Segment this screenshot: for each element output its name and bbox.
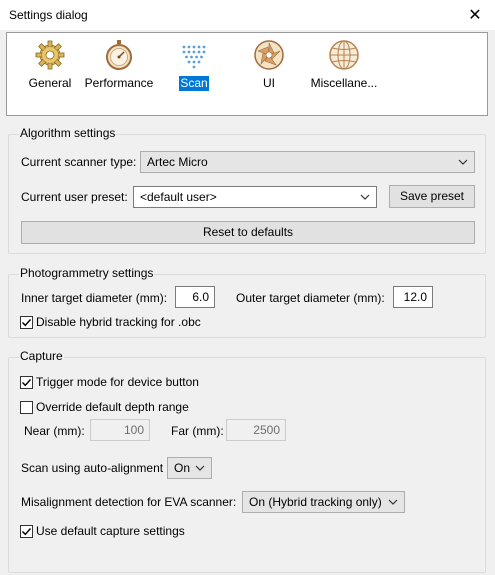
- title-bar: Settings dialog ✕: [0, 0, 495, 30]
- checkmark-icon: [22, 318, 32, 326]
- capture-title: Capture: [19, 349, 64, 363]
- nav-label-performance: Performance: [84, 76, 154, 90]
- nav-item-performance[interactable]: Performance: [79, 33, 159, 113]
- settings-category-panel: General Performance Scan UI Miscellane..…: [6, 32, 488, 116]
- misalignment-value: On (Hybrid tracking only): [249, 495, 382, 509]
- checkbox-box: [20, 315, 33, 329]
- disable-hybrid-checkbox[interactable]: Disable hybrid tracking for .obc: [20, 314, 201, 330]
- window-title: Settings dialog: [9, 8, 88, 22]
- save-preset-button[interactable]: Save preset: [389, 185, 475, 208]
- trigger-mode-checkbox[interactable]: Trigger mode for device button: [20, 374, 199, 390]
- auto-alignment-select[interactable]: On: [167, 457, 212, 479]
- inner-diameter-field[interactable]: 6.0: [175, 286, 215, 308]
- near-field[interactable]: 100: [90, 419, 150, 441]
- default-capture-checkbox[interactable]: Use default capture settings: [20, 523, 185, 539]
- globe-icon: [329, 40, 359, 70]
- far-field[interactable]: 2500: [226, 419, 286, 441]
- auto-alignment-label: Scan using auto-alignment: [21, 461, 164, 475]
- outer-diameter-label: Outer target diameter (mm):: [236, 291, 385, 305]
- far-label: Far (mm):: [171, 424, 224, 438]
- near-label: Near (mm):: [24, 424, 85, 438]
- checkbox-box: [20, 524, 33, 538]
- chevron-down-icon: [387, 492, 399, 512]
- outer-diameter-field[interactable]: 12.0: [393, 286, 433, 308]
- auto-alignment-value: On: [174, 461, 191, 475]
- checkbox-box: [20, 375, 33, 389]
- misalignment-label: Misalignment detection for EVA scanner:: [21, 495, 237, 509]
- nav-item-ui[interactable]: UI: [229, 33, 309, 113]
- override-depth-checkbox[interactable]: Override default depth range: [20, 399, 189, 415]
- chevron-down-icon: [194, 458, 206, 478]
- user-preset-value: <default user>: [140, 190, 217, 204]
- close-button[interactable]: ✕: [455, 0, 495, 30]
- chevron-down-icon: [359, 187, 371, 207]
- nav-label-miscellaneous: Miscellane...: [310, 76, 378, 90]
- stopwatch-icon: [106, 40, 132, 70]
- chevron-down-icon: [457, 152, 469, 172]
- reset-defaults-button[interactable]: Reset to defaults: [21, 221, 475, 244]
- scanner-type-label: Current scanner type:: [21, 155, 137, 169]
- user-preset-label: Current user preset:: [21, 190, 128, 204]
- scanner-type-select[interactable]: Artec Micro: [140, 151, 475, 173]
- override-depth-label: Override default depth range: [36, 400, 189, 414]
- nav-item-general[interactable]: General: [10, 33, 90, 113]
- nav-item-miscellaneous[interactable]: Miscellane...: [304, 33, 384, 113]
- disable-hybrid-label: Disable hybrid tracking for .obc: [36, 315, 201, 329]
- user-preset-select[interactable]: <default user>: [133, 186, 377, 208]
- misalignment-select[interactable]: On (Hybrid tracking only): [242, 491, 405, 513]
- inner-diameter-label: Inner target diameter (mm):: [21, 291, 168, 305]
- photogrammetry-settings-title: Photogrammetry settings: [19, 266, 155, 280]
- trigger-mode-label: Trigger mode for device button: [36, 375, 199, 389]
- default-capture-label: Use default capture settings: [36, 524, 185, 538]
- checkbox-box: [20, 400, 33, 414]
- scanner-type-value: Artec Micro: [147, 155, 208, 169]
- scan-dots-icon: [182, 45, 206, 69]
- nav-label-scan: Scan: [179, 76, 209, 91]
- nav-label-general: General: [28, 76, 72, 90]
- close-icon: ✕: [468, 7, 482, 24]
- aperture-icon: [254, 40, 284, 70]
- checkmark-icon: [22, 378, 32, 386]
- nav-label-ui: UI: [263, 76, 275, 90]
- gear-icon: [35, 40, 65, 70]
- nav-item-scan[interactable]: Scan: [154, 33, 234, 113]
- algorithm-settings-title: Algorithm settings: [19, 126, 117, 140]
- checkmark-icon: [22, 527, 32, 535]
